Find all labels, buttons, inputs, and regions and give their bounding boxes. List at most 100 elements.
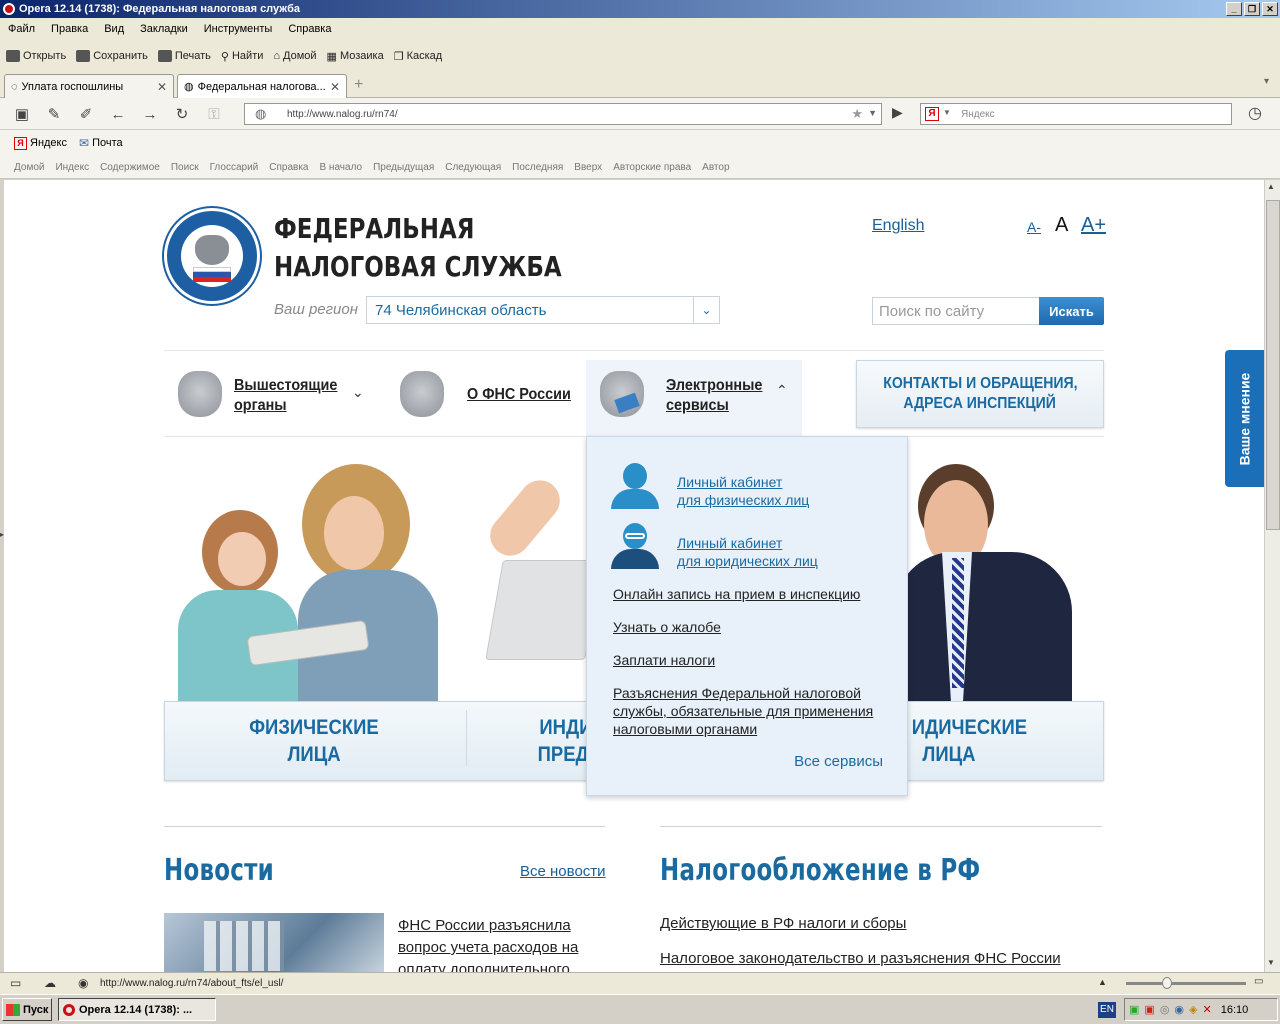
tray-icon-5[interactable]: ◈ [1189, 1003, 1197, 1016]
chevron-down-icon[interactable]: ▼ [943, 108, 951, 117]
font-normal-button[interactable]: A [1055, 214, 1068, 237]
site-title[interactable]: ФЕДЕРАЛЬНАЯ НАЛОГОВАЯ СЛУЖБА [274, 210, 562, 286]
find-button[interactable]: ⚲ Найти [221, 50, 263, 63]
wrench-icon[interactable]: ✎ [42, 104, 66, 124]
url-input[interactable]: ◍ http://www.nalog.ru/rn74/ ★ ▼ [244, 103, 882, 125]
tray-icon-3[interactable]: ◎ [1160, 1003, 1170, 1016]
feedback-tab[interactable]: Ваше мнение [1225, 350, 1264, 487]
bookmark-yandex[interactable]: Я Яндекс [14, 136, 67, 150]
chevron-up-icon[interactable]: ⌃ [776, 382, 788, 399]
cloud-icon[interactable]: ☁ [44, 976, 56, 990]
news-thumbnail[interactable] [164, 913, 384, 972]
taxes-link[interactable]: Действующие в РФ налоги и сборы [660, 915, 906, 932]
zoom-slider[interactable] [1126, 982, 1246, 985]
complaint-link[interactable]: Узнать о жалобе [613, 618, 721, 636]
all-news-link[interactable]: Все новости [520, 863, 606, 880]
forward-icon[interactable]: → [138, 104, 162, 124]
go-icon[interactable]: ▶ [892, 104, 903, 121]
legal-entities-link[interactable]: ИДИЧЕСКИЕ ЛИЦА [903, 714, 1035, 768]
star-icon[interactable]: ★ [851, 106, 863, 122]
key-icon[interactable]: ⚿ [202, 104, 226, 124]
new-tab-button[interactable]: + [354, 76, 363, 94]
menu-file[interactable]: Файл [8, 23, 35, 35]
tab-uplata[interactable]: ◌ Уплата госпошлины ✕ [4, 74, 174, 98]
chevron-down-icon[interactable]: ▼ [868, 108, 877, 118]
nav-glossary[interactable]: Глоссарий [210, 162, 259, 173]
cascade-button[interactable]: ❐ Каскад [394, 50, 443, 63]
close-button[interactable]: ✕ [1262, 2, 1278, 16]
all-services-link[interactable]: Все сервисы [794, 753, 883, 770]
font-larger-button[interactable]: A+ [1081, 214, 1106, 237]
back-icon[interactable]: ← [106, 104, 130, 124]
close-tab-icon[interactable]: ✕ [330, 80, 340, 94]
nav-next[interactable]: Следующая [445, 162, 501, 173]
nav-index[interactable]: Индекс [55, 162, 89, 173]
menu-help[interactable]: Справка [288, 23, 331, 35]
scroll-up-icon[interactable]: ▲ [1267, 182, 1275, 191]
nav-last[interactable]: Последняя [512, 162, 563, 173]
nav-search[interactable]: Поиск [171, 162, 199, 173]
cabinet-legal-link[interactable]: Личный кабинет для юридических лиц [677, 534, 818, 570]
print-button[interactable]: Печать [157, 50, 211, 62]
nav-start[interactable]: В начало [319, 162, 362, 173]
minimize-button[interactable]: _ [1226, 2, 1242, 16]
nav-about-fns[interactable]: О ФНС России [467, 386, 571, 404]
contacts-button[interactable]: КОНТАКТЫ И ОБРАЩЕНИЯ, АДРЕСА ИНСПЕКЦИЙ [856, 360, 1104, 428]
tray-icon-6[interactable]: ✕ [1203, 1003, 1212, 1016]
bookmark-mail[interactable]: ✉ Почта [79, 136, 123, 150]
clarifications-link[interactable]: Разъяснения Федеральной налоговой службы… [613, 684, 873, 738]
tab-fns[interactable]: ◍ Федеральная налогова... ✕ [177, 74, 347, 98]
news-item-link[interactable]: ФНС России разъяснила вопрос учета расхо… [398, 915, 578, 972]
nav-author[interactable]: Автор [702, 162, 729, 173]
search-engine-input[interactable]: Я ▼ Яндекс [920, 103, 1232, 125]
close-tab-icon[interactable]: ✕ [157, 80, 167, 94]
tray-icon-2[interactable]: ▣ [1144, 1003, 1154, 1016]
pay-taxes-link[interactable]: Заплати налоги [613, 651, 715, 669]
site-search-button[interactable]: Искать [1039, 297, 1104, 325]
panel-icon[interactable]: ▣ [10, 104, 34, 124]
scroll-thumb[interactable] [1266, 200, 1280, 530]
chevron-down-icon[interactable]: ⌄ [693, 297, 719, 323]
start-button[interactable]: Пуск [2, 998, 52, 1021]
menu-tools[interactable]: Инструменты [204, 23, 273, 35]
menu-edit[interactable]: Правка [51, 23, 88, 35]
appointment-link[interactable]: Онлайн запись на прием в инспекцию [613, 585, 860, 603]
nav-contents[interactable]: Содержимое [100, 162, 160, 173]
menu-bookmarks[interactable]: Закладки [140, 23, 188, 35]
nav-higher-bodies[interactable]: Вышестоящие органы [234, 376, 337, 416]
zoom-slider-thumb[interactable] [1162, 977, 1172, 989]
scroll-up-icon[interactable]: ▲ [1098, 977, 1107, 987]
nav-eservices-tab[interactable]: Электронные сервисы ⌃ [586, 360, 802, 436]
language-indicator[interactable]: EN [1098, 1002, 1116, 1018]
tab-menu-icon[interactable]: ▾ [1264, 76, 1269, 87]
font-smaller-button[interactable]: A- [1027, 219, 1041, 235]
chevron-down-icon[interactable]: ⌄ [352, 384, 364, 401]
region-select[interactable]: 74 Челябинская область ⌄ [366, 296, 720, 324]
taskbar-opera-button[interactable]: Opera 12.14 (1738): ... [58, 998, 216, 1021]
save-button[interactable]: Сохранить [76, 50, 148, 62]
vertical-scrollbar[interactable]: ▲ ▼ [1264, 180, 1280, 972]
speed-dial-icon[interactable]: ◉ [78, 976, 88, 990]
nav-previous[interactable]: Предыдущая [373, 162, 434, 173]
scroll-down-icon[interactable]: ▼ [1267, 958, 1275, 967]
open-button[interactable]: Открыть [6, 50, 66, 62]
cabinet-individuals-link[interactable]: Личный кабинет для физических лиц [677, 473, 809, 509]
nav-up[interactable]: Вверх [574, 162, 602, 173]
nav-copyright[interactable]: Авторские права [613, 162, 691, 173]
reload-icon[interactable]: ↻ [170, 104, 194, 124]
tray-icon-4[interactable]: ◉ [1174, 1003, 1184, 1016]
individuals-link[interactable]: ФИЗИЧЕСКИЕ ЛИЦА [226, 714, 402, 768]
fns-emblem-icon[interactable] [164, 208, 260, 304]
nav-eservices-label[interactable]: Электронные сервисы [666, 376, 762, 416]
nav-help[interactable]: Справка [269, 162, 308, 173]
nav-home[interactable]: Домой [14, 162, 44, 173]
tile-button[interactable]: ▦ Мозаика [327, 50, 384, 63]
pen-icon[interactable]: ✐ [74, 104, 98, 124]
zoom-icon[interactable]: ▭ [1254, 976, 1263, 987]
english-link[interactable]: English [872, 217, 924, 235]
panel-toggle-icon[interactable]: ▸ [0, 530, 4, 540]
site-search-input[interactable]: Поиск по сайту [872, 297, 1040, 325]
home-button[interactable]: ⌂ Домой [273, 50, 316, 62]
panel-icon[interactable]: ▭ [10, 976, 21, 990]
restore-button[interactable]: ❐ [1244, 2, 1260, 16]
